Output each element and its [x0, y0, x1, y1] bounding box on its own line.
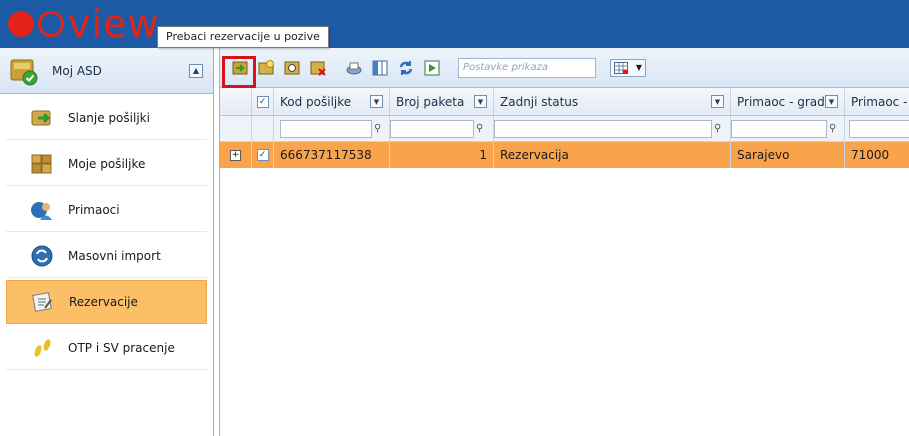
sidebar-item-masovni-import[interactable]: Masovni import [6, 234, 207, 278]
column-menu-icon[interactable]: ▼ [474, 95, 487, 108]
columns-button[interactable] [370, 58, 390, 78]
main-panel: Postavke prikaza ▼ ✓ Kod pošiljke ▼ Broj… [219, 48, 909, 436]
print-icon [346, 62, 362, 74]
run-button[interactable] [422, 58, 442, 78]
row-checkbox[interactable]: ✓ [256, 149, 269, 161]
logo-dot [8, 11, 34, 37]
reservations-icon [32, 292, 52, 312]
layout-settings-input[interactable]: Postavke prikaza [458, 57, 596, 78]
sidebar-header: Moj ASD ▲ [0, 48, 213, 94]
sidebar-item-moje-posiljke[interactable]: Moje pošiljke [6, 142, 207, 186]
my-asd-icon [10, 59, 38, 85]
new-reservation-button[interactable] [256, 58, 276, 78]
footprints-icon [34, 338, 51, 357]
header-label: Primaoc - [851, 94, 908, 109]
tooltip: Prebaci rezervacije u pozive [157, 26, 329, 48]
send-package-icon [31, 110, 51, 125]
cell-kod-posiljke: 666737117538 [274, 142, 390, 168]
column-menu-icon[interactable]: ▼ [370, 95, 383, 108]
filter-icon[interactable]: ⚲ [714, 123, 721, 134]
view-reservation-button[interactable] [282, 58, 302, 78]
header-broj-paketa[interactable]: Broj paketa ▼ [390, 88, 494, 115]
filter-spacer [252, 116, 274, 141]
expand-icon[interactable]: + [230, 149, 241, 161]
cell-broj-paketa: 1 [390, 142, 494, 168]
filter-input[interactable] [390, 119, 474, 138]
filter-icon[interactable]: ⚲ [829, 123, 836, 134]
sidebar-item-primaoci[interactable]: Primaoci [6, 188, 207, 232]
filter-postanski [845, 116, 909, 141]
sidebar-title: Moj ASD [52, 63, 102, 78]
table-row[interactable]: + ✓ 666737117538 1 Rezervacija Sarajevo … [220, 142, 909, 168]
package-view-icon [284, 61, 300, 74]
sidebar-item-label: Moje pošiljke [68, 156, 146, 171]
filter-status: ⚲ [494, 116, 731, 141]
package-add-icon [258, 59, 274, 74]
layout-select[interactable]: ▼ [610, 58, 646, 77]
my-packages-icon [31, 154, 52, 173]
columns-icon [372, 60, 388, 75]
oneview-logo: view [8, 4, 160, 44]
filter-input[interactable] [494, 119, 712, 138]
filter-broj: ⚲ [390, 116, 494, 141]
toolbar: Postavke prikaza ▼ [220, 48, 909, 88]
header-label: Primaoc - grad [737, 94, 825, 109]
header-select-all[interactable]: ✓ [252, 88, 274, 115]
header-label: Broj paketa [396, 94, 465, 109]
filter-spacer [220, 116, 252, 141]
filter-input[interactable] [280, 119, 372, 138]
sidebar-item-label: Primaoci [68, 202, 120, 217]
sidebar-item-rezervacije[interactable]: Rezervacije [6, 280, 207, 324]
grid-header: ✓ Kod pošiljke ▼ Broj paketa ▼ Zadnji st… [220, 88, 909, 116]
sidebar: Moj ASD ▲ Slanje pošiljki Moje pošiljke … [0, 48, 214, 436]
row-select-cell: ✓ [252, 142, 274, 168]
logo-ring [38, 11, 64, 37]
sidebar-item-otp-sv-pracenje[interactable]: OTP i SV pracenje [6, 326, 207, 370]
sidebar-item-label: OTP i SV pracenje [68, 340, 175, 355]
cell-primaoc-postanski: 71000 [851, 148, 890, 162]
package-delete-icon [310, 61, 326, 76]
sidebar-item-label: Slanje pošiljki [68, 110, 150, 125]
column-menu-icon[interactable]: ▼ [825, 95, 838, 108]
header-zadnji-status[interactable]: Zadnji status ▼ [494, 88, 731, 115]
highlight-box [222, 56, 256, 88]
header-primaoc-postanski[interactable]: Primaoc - [845, 88, 909, 115]
filter-input[interactable] [731, 119, 827, 138]
logo-text: view [68, 2, 160, 46]
delete-reservation-button[interactable] [308, 58, 328, 78]
cell-primaoc-grad: Sarajevo [731, 142, 845, 168]
cell-zadnji-status: Rezervacija [494, 142, 731, 168]
top-bar: view [0, 0, 909, 48]
header-spacer [220, 88, 252, 115]
sidebar-item-label: Masovni import [68, 248, 161, 263]
filter-icon[interactable]: ⚲ [476, 123, 483, 134]
collapse-button[interactable]: ▲ [189, 63, 203, 78]
play-icon [424, 60, 440, 75]
filter-row: ⚲ ⚲ ⚲ ⚲ [220, 116, 909, 142]
sidebar-item-label: Rezervacije [69, 295, 138, 309]
filter-icon[interactable]: ⚲ [374, 123, 381, 134]
print-button[interactable] [344, 58, 364, 78]
mass-import-icon [31, 245, 53, 266]
recipients-icon [31, 201, 52, 220]
filter-input[interactable] [849, 119, 909, 138]
sidebar-item-slanje-posiljki[interactable]: Slanje pošiljki [6, 96, 207, 140]
grid-layout-icon [614, 61, 628, 74]
header-label: Zadnji status [500, 94, 579, 109]
column-menu-icon[interactable]: ▼ [711, 95, 724, 108]
refresh-button[interactable] [396, 58, 416, 78]
row-expand-cell: + [220, 142, 252, 168]
header-label: Kod pošiljke [280, 94, 352, 109]
checkbox-select-all[interactable]: ✓ [256, 95, 269, 108]
filter-kod: ⚲ [274, 116, 390, 141]
header-kod-posiljke[interactable]: Kod pošiljke ▼ [274, 88, 390, 115]
chevron-down-icon: ▼ [635, 63, 642, 72]
refresh-icon [399, 60, 413, 75]
filter-grad: ⚲ [731, 116, 845, 141]
header-primaoc-grad[interactable]: Primaoc - grad ▼ [731, 88, 845, 115]
